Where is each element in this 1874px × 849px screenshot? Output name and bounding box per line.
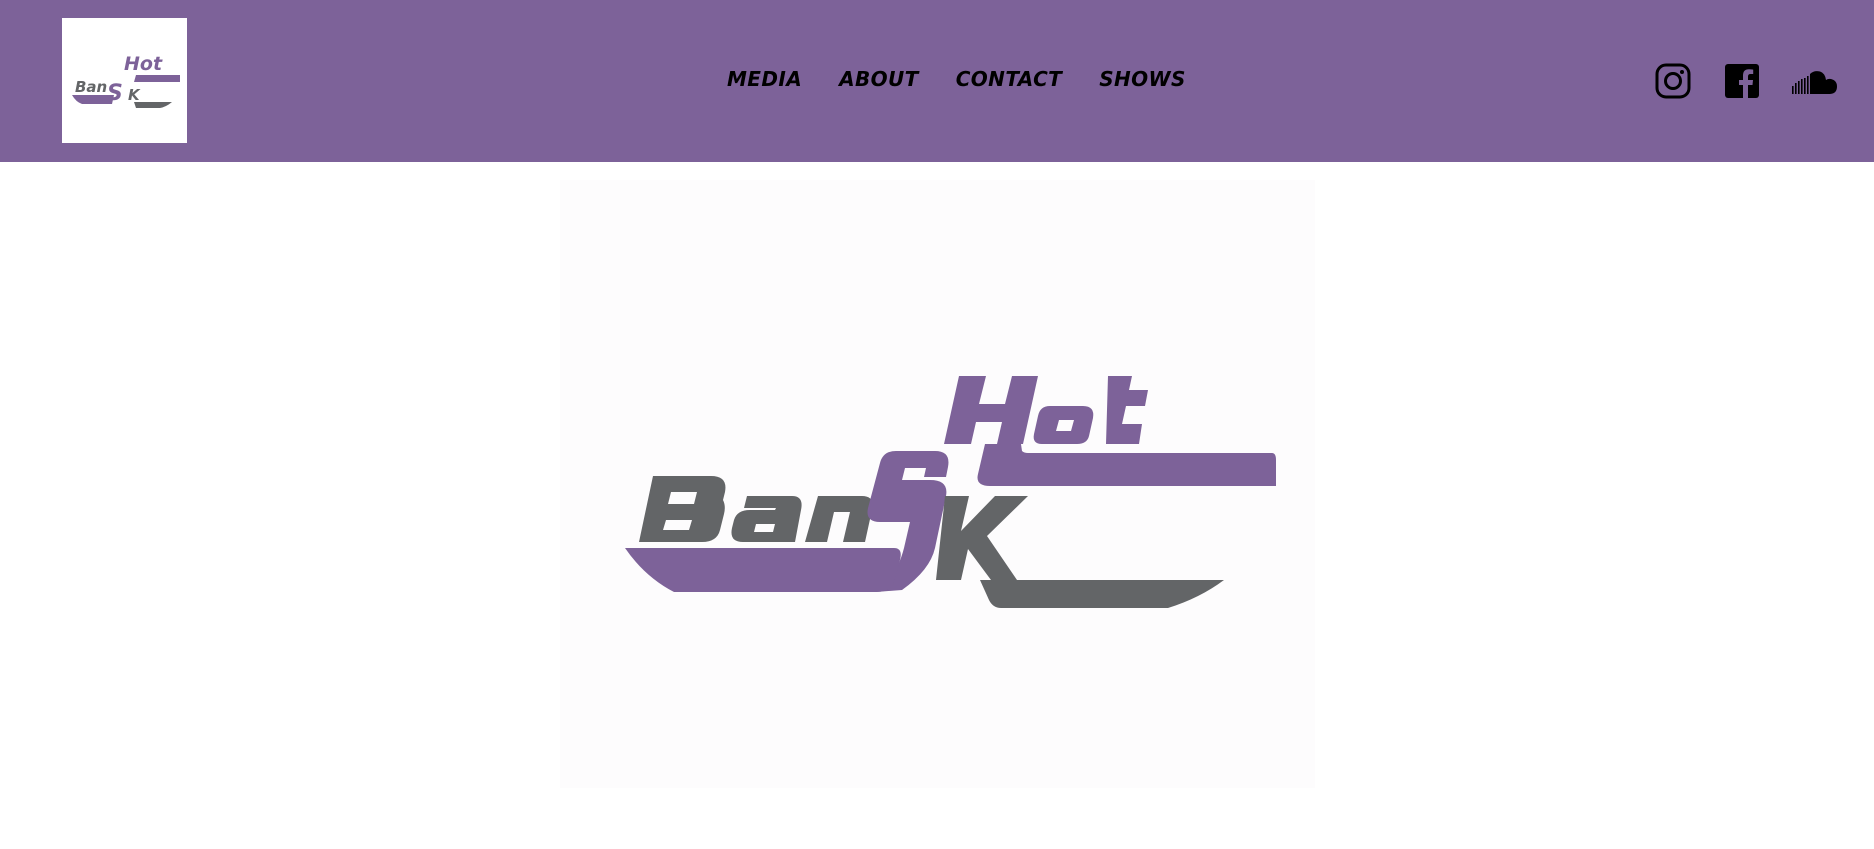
nav-item-shows[interactable]: SHOWS bbox=[1099, 64, 1186, 94]
hotbansk-logo-small: Hot S Ban K bbox=[72, 53, 180, 108]
logo-k-letter bbox=[936, 496, 1028, 580]
facebook-link[interactable] bbox=[1725, 64, 1759, 98]
logo-purple-swoosh bbox=[625, 548, 901, 592]
soundcloud-link[interactable] bbox=[1792, 70, 1838, 96]
logo-hot-letters bbox=[944, 376, 1148, 444]
hotbansk-logo-large bbox=[625, 376, 1276, 608]
hero-logo-area bbox=[560, 180, 1315, 788]
instagram-icon bbox=[1655, 63, 1691, 99]
instagram-link[interactable] bbox=[1655, 63, 1691, 99]
nav-item-about[interactable]: ABOUT bbox=[839, 64, 919, 94]
facebook-icon bbox=[1725, 64, 1759, 98]
header-logo-link[interactable]: Hot S Ban K bbox=[62, 18, 187, 143]
nav-item-media[interactable]: MEDIA bbox=[727, 64, 802, 94]
logo-ban-letters bbox=[639, 476, 873, 542]
main-nav: MEDIA ABOUT CONTACT SHOWS bbox=[727, 64, 1186, 94]
logo-purple-bar bbox=[977, 444, 1276, 486]
svg-text:Ban: Ban bbox=[75, 78, 107, 96]
site-header: Hot S Ban K MEDIA ABOUT CONTACT SHOWS bbox=[0, 0, 1874, 162]
soundcloud-icon bbox=[1792, 71, 1837, 94]
svg-text:K: K bbox=[128, 86, 141, 104]
nav-item-contact[interactable]: CONTACT bbox=[956, 64, 1063, 94]
svg-text:Hot: Hot bbox=[124, 53, 163, 75]
logo-gray-swoosh bbox=[980, 580, 1224, 608]
